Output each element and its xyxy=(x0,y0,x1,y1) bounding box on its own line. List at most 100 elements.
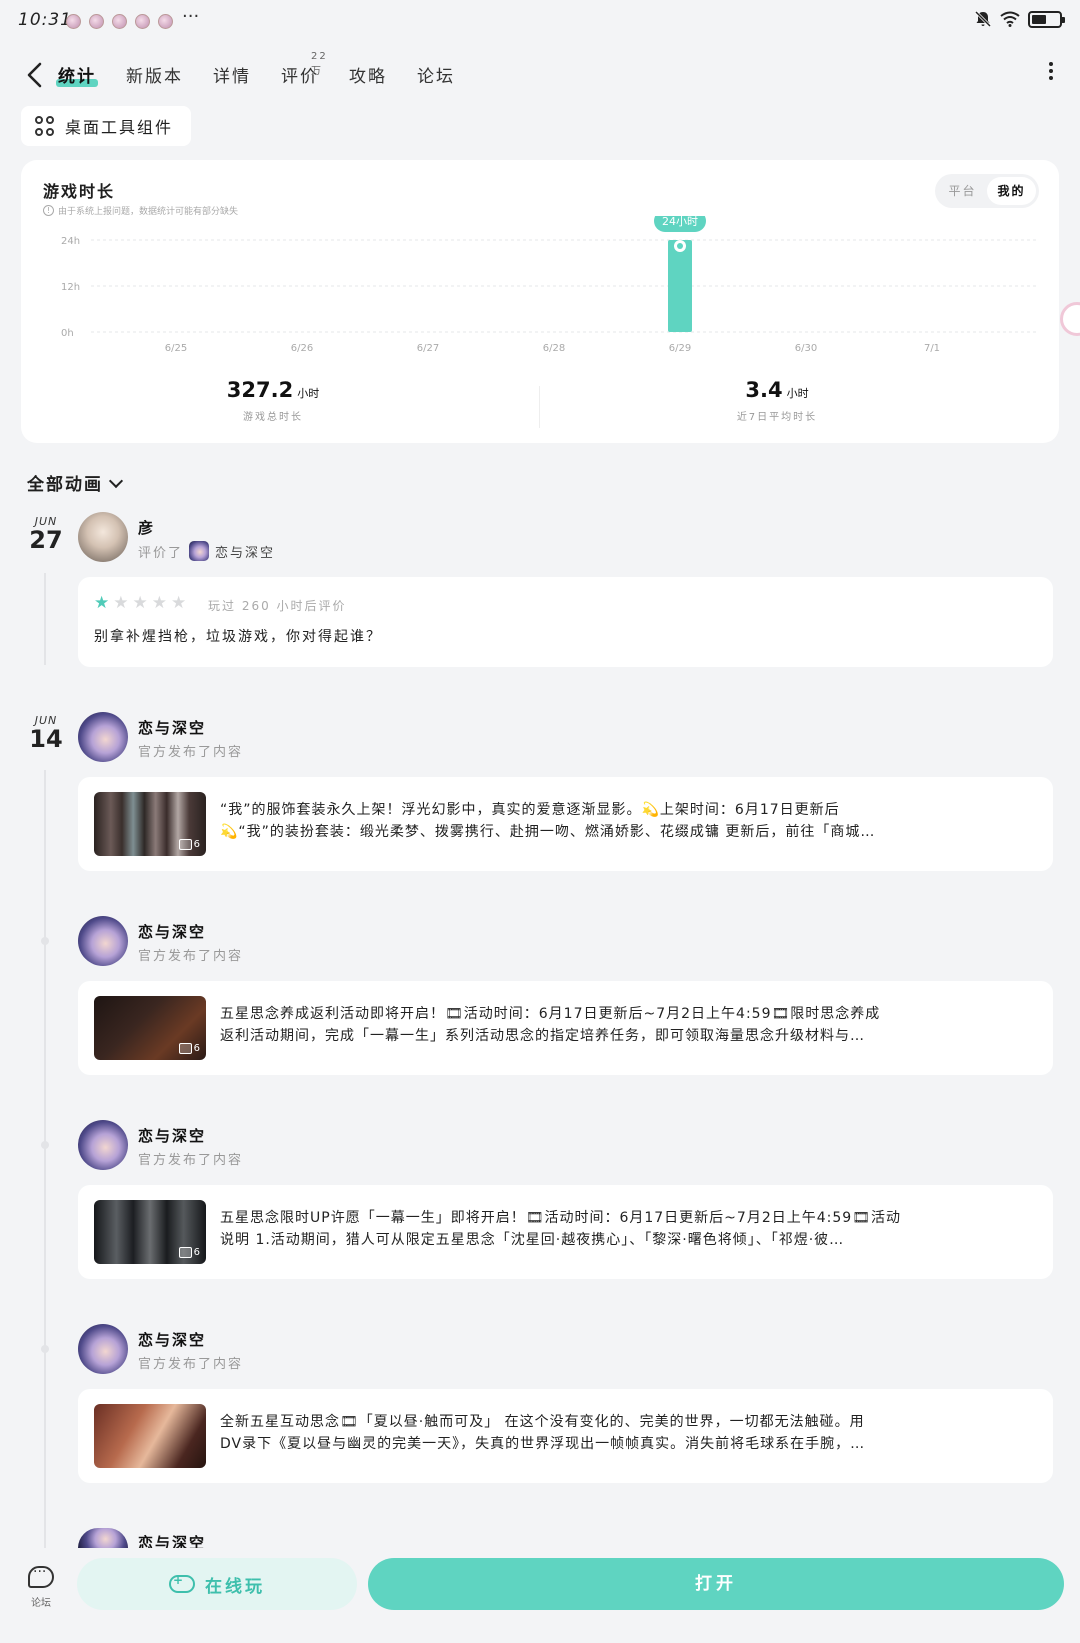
playtime-stats-card: 游戏时长 ! 由于系统上报问题，数据统计可能有部分缺失 平台 我的 24h 12h… xyxy=(21,160,1059,443)
tab-details[interactable]: 详情 xyxy=(211,60,253,89)
floating-assist-bubble[interactable] xyxy=(1060,302,1080,336)
post-action: 官方发布了内容 xyxy=(138,949,244,964)
post-author-name[interactable]: 恋与深空 xyxy=(138,1532,206,1548)
review-meta: 玩过 260 小时后评价 xyxy=(208,599,347,613)
post-text: 全新五星互动思念🎞「夏以昼·触而可及」 在这个没有变化的、完美的世界，一切都无法… xyxy=(220,1411,1039,1455)
status-bar: 10:31 ··· xyxy=(0,0,1080,42)
star-empty-icon: ★ xyxy=(132,593,148,613)
tab-stats[interactable]: 统计 xyxy=(56,60,98,89)
post-text-line: DV录下《夏以昼与幽灵的完美一天》，失真的世界浮现出一帧帧真实。消失前将毛球系在… xyxy=(220,1436,866,1452)
post-action: 官方发布了内容 xyxy=(138,1357,244,1372)
wifi-icon xyxy=(1000,11,1020,27)
tab-reviews[interactable]: 评价 22万 xyxy=(279,51,326,89)
avatar[interactable] xyxy=(78,1324,128,1374)
back-icon[interactable] xyxy=(20,58,50,92)
tab-new-version[interactable]: 新版本 xyxy=(124,60,185,89)
total-playtime-label: 游戏总时长 xyxy=(243,412,303,423)
cloud-gamepad-icon xyxy=(169,1573,195,1593)
post-text-line: 五星思念养成返利活动即将开启！🎞活动时间：6月17日更新后~7月2日上午4:59… xyxy=(220,1006,881,1022)
post-card[interactable]: 6 五星思念养成返利活动即将开启！🎞活动时间：6月17日更新后~7月2日上午4:… xyxy=(78,981,1053,1075)
post-thumbnail: 6 xyxy=(94,792,206,856)
x-tick-label: 6/28 xyxy=(543,343,565,354)
forum-label: 论坛 xyxy=(31,1598,51,1609)
feed-filter-label: 全部动画 xyxy=(27,475,103,495)
post-card[interactable]: 全新五星互动思念🎞「夏以昼·触而可及」 在这个没有变化的、完美的世界，一切都无法… xyxy=(78,1389,1053,1483)
timeline-dot xyxy=(41,1345,49,1353)
tab-guides[interactable]: 攻略 xyxy=(347,60,389,89)
more-options-icon[interactable] xyxy=(1048,60,1054,82)
notification-app-icon xyxy=(66,14,81,29)
status-more-icon: ··· xyxy=(182,6,200,27)
x-tick-label: 7/1 xyxy=(924,343,940,354)
y-tick-label: 24h xyxy=(61,236,80,247)
desktop-widget-button[interactable]: 桌面工具组件 xyxy=(21,106,191,146)
toggle-mine[interactable]: 我的 xyxy=(987,177,1036,205)
avatar[interactable] xyxy=(78,1528,128,1548)
avatar[interactable] xyxy=(78,712,128,762)
date-day: 27 xyxy=(29,526,63,554)
x-tick-label: 6/26 xyxy=(291,343,313,354)
bar-value-label: 24小时 xyxy=(662,216,698,228)
post-text-line: 说明 1.活动期间，猎人可从限定五星思念「沈星回·越夜携心」、「黎深·曙色将倾」… xyxy=(220,1232,845,1248)
post-author-name[interactable]: 恋与深空 xyxy=(138,1329,206,1350)
star-filled-icon: ★ xyxy=(94,593,110,613)
status-right-icons xyxy=(974,10,1065,28)
review-author-name[interactable]: 彦 xyxy=(138,517,155,538)
open-game-button[interactable]: 打开 xyxy=(368,1558,1064,1610)
top-nav: 统计 新版本 详情 评价 22万 攻略 论坛 xyxy=(0,50,1080,100)
post-author-name[interactable]: 恋与深空 xyxy=(138,921,206,942)
chevron-down-icon xyxy=(108,473,124,488)
post-thumbnail: 6 xyxy=(94,1200,206,1264)
image-count-badge: 6 xyxy=(178,1247,200,1258)
post-action: 官方发布了内容 xyxy=(138,1153,244,1168)
review-card[interactable]: ★ ★ ★ ★ ★ 玩过 260 小时后评价 别拿补煋挡枪，垃圾游戏，你对得起谁？ xyxy=(78,577,1053,667)
post-author-name[interactable]: 恋与深空 xyxy=(138,717,206,738)
play-online-button[interactable]: 在线玩 xyxy=(77,1558,357,1610)
x-tick-label: 6/25 xyxy=(165,343,187,354)
toggle-platform[interactable]: 平台 xyxy=(938,177,987,205)
tab-reviews-count-badge: 22万 xyxy=(311,51,328,77)
playtime-title: 游戏时长 xyxy=(43,182,116,201)
avg-playtime-value: 3.4 xyxy=(745,378,783,402)
rating-stars: ★ ★ ★ ★ ★ xyxy=(94,595,186,612)
feed-filter-dropdown[interactable]: 全部动画 xyxy=(27,470,124,495)
post-thumbnail: 6 xyxy=(94,996,206,1060)
image-icon xyxy=(178,1247,192,1258)
post-author-name[interactable]: 恋与深空 xyxy=(138,1125,206,1146)
image-count-badge: 6 xyxy=(178,1043,200,1054)
avatar[interactable] xyxy=(78,512,128,562)
x-tick-label: 6/29 xyxy=(669,343,691,354)
forum-button[interactable]: 论坛 xyxy=(24,1564,58,1609)
x-tick-label: 6/27 xyxy=(417,343,439,354)
tab-bar: 统计 新版本 详情 评价 22万 攻略 论坛 xyxy=(56,51,457,89)
post-card[interactable]: 6 五星思念限时UP许愿「一幕一生」即将开启！🎞活动时间：6月17日更新后~7月… xyxy=(78,1185,1053,1279)
star-empty-icon: ★ xyxy=(151,593,167,613)
avatar[interactable] xyxy=(78,916,128,966)
avg-playtime-stat: 3.4 小时 近7日平均时长 xyxy=(577,378,977,423)
status-time: 10:31 xyxy=(18,10,72,30)
image-icon xyxy=(178,1043,192,1054)
post-card[interactable]: 6 “我”的服饰套装永久上架！浮光幻影中，真实的爱意逐渐显影。💫上架时间：6月1… xyxy=(78,777,1053,871)
notification-app-icon xyxy=(89,14,104,29)
tab-forum[interactable]: 论坛 xyxy=(415,60,457,89)
notification-icons xyxy=(66,14,173,29)
total-playtime-value: 327.2 xyxy=(226,378,294,402)
post-text-line: 五星思念限时UP许愿「一幕一生」即将开启！🎞活动时间：6月17日更新后~7月2日… xyxy=(220,1210,901,1226)
y-tick-label: 0h xyxy=(61,328,74,339)
avg-playtime-unit: 小时 xyxy=(786,387,809,400)
post-action: 官方发布了内容 xyxy=(138,745,244,760)
chat-bubble-icon xyxy=(28,1564,54,1588)
timeline-dot xyxy=(41,1141,49,1149)
bottom-action-bar: 论坛 在线玩 打开 xyxy=(0,1548,1080,1643)
star-empty-icon: ★ xyxy=(113,593,129,613)
image-count: 6 xyxy=(193,1043,200,1054)
post-text: 五星思念养成返利活动即将开启！🎞活动时间：6月17日更新后~7月2日上午4:59… xyxy=(220,1003,1039,1047)
mute-icon xyxy=(974,10,992,28)
desktop-widget-label: 桌面工具组件 xyxy=(65,118,174,137)
review-action: 评价了 恋与深空 xyxy=(138,541,275,561)
avatar[interactable] xyxy=(78,1120,128,1170)
reviewed-game-name[interactable]: 恋与深空 xyxy=(215,542,275,561)
play-online-label: 在线玩 xyxy=(205,1576,265,1597)
playtime-chart: 24h 12h 0h 6/25 6/26 6/27 6/28 6/29 24小时 6/30 7/1 xyxy=(61,216,1037,354)
date-group-jun27: JUN 27 xyxy=(26,515,66,552)
